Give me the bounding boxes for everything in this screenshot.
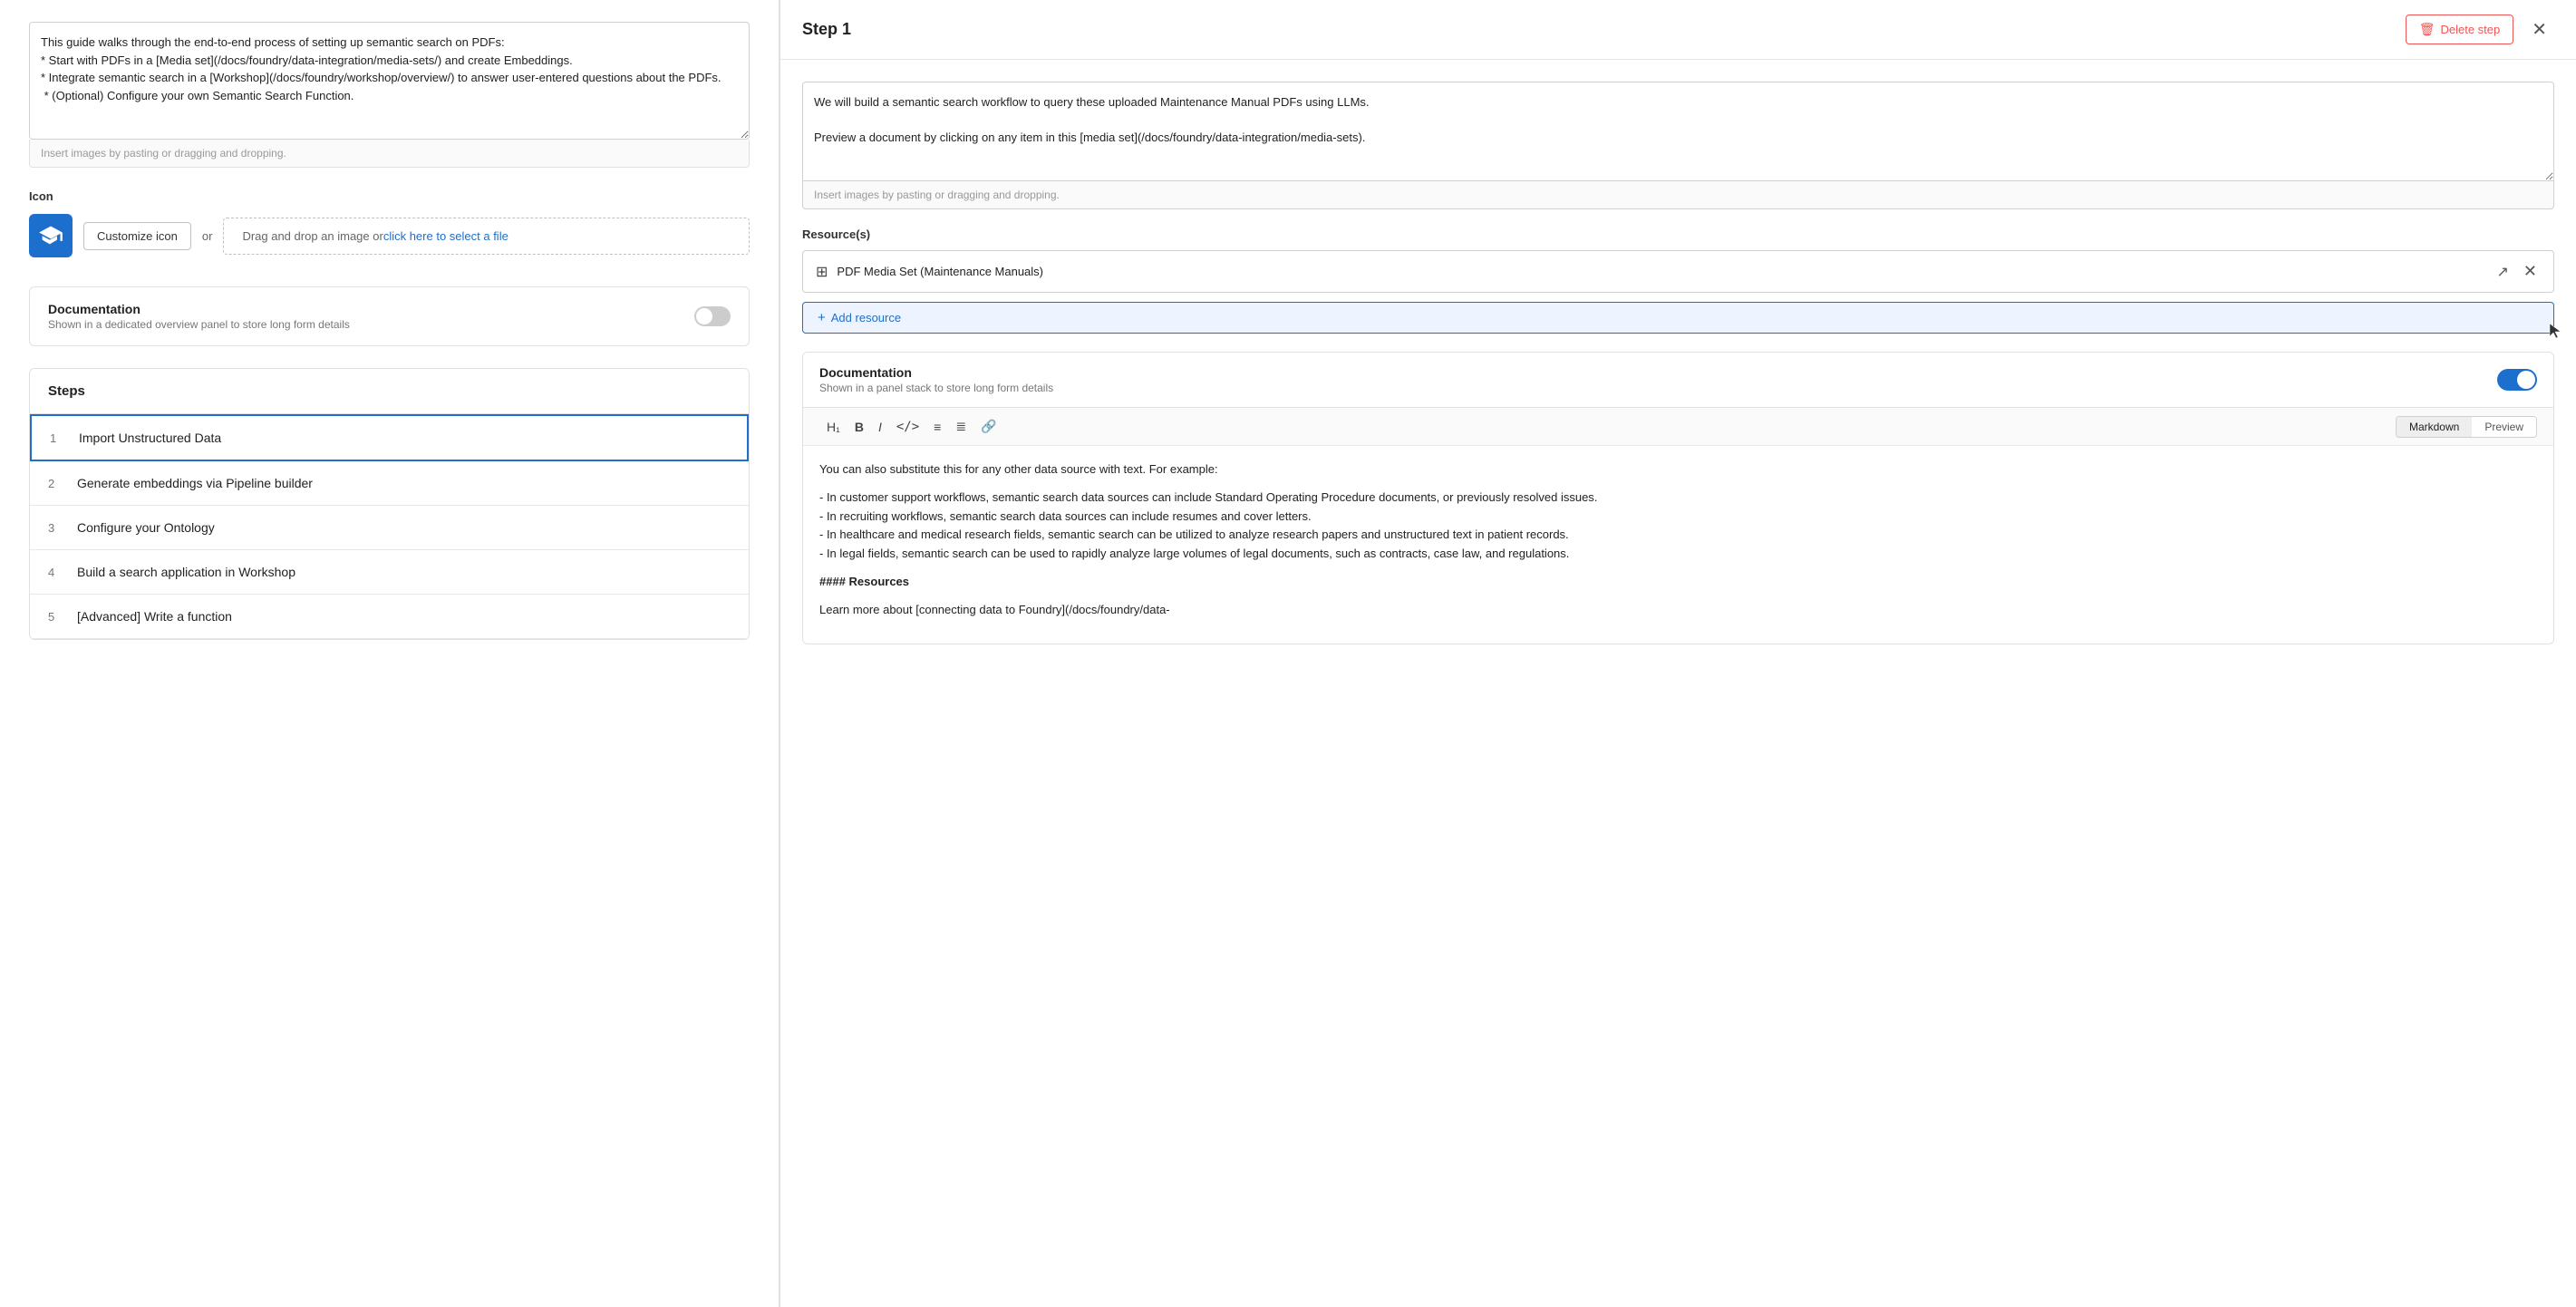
toolbar-h1-button[interactable]: H₁	[819, 416, 847, 438]
drag-drop-area[interactable]: Drag and drop an image or click here to …	[223, 218, 750, 255]
toolbar-ordered-list-button[interactable]: ≣	[948, 415, 973, 438]
step-title-2: Generate embeddings via Pipeline builder	[77, 476, 313, 490]
add-resource-button[interactable]: + Add resource	[802, 302, 2554, 334]
resource-open-button[interactable]: ↗	[2494, 261, 2513, 283]
trash-icon: 🗑	[2419, 22, 2436, 37]
step-number-3: 3	[48, 521, 63, 535]
right-doc-info: Documentation Shown in a panel stack to …	[819, 365, 1053, 394]
step-item-3[interactable]: 3 Configure your Ontology	[30, 506, 749, 550]
toolbar-bold-button[interactable]: B	[847, 416, 871, 438]
drag-drop-text: Drag and drop an image or	[242, 229, 383, 243]
right-panel-header: Step 1 🗑 Delete step ✕	[780, 0, 2576, 60]
left-panel: This guide walks through the end-to-end …	[0, 0, 780, 1307]
documentation-toggle[interactable]	[694, 306, 731, 326]
right-documentation-section: Documentation Shown in a panel stack to …	[802, 352, 2554, 644]
customize-icon-button[interactable]: Customize icon	[83, 222, 191, 250]
step-number-5: 5	[48, 610, 63, 624]
step-title-4: Build a search application in Workshop	[77, 565, 295, 579]
icon-preview	[29, 214, 73, 257]
steps-section: Steps 1 Import Unstructured Data 2 Gener…	[29, 368, 750, 640]
close-panel-button[interactable]: ✕	[2524, 15, 2554, 44]
resource-remove-button[interactable]: ✕	[2520, 260, 2541, 283]
right-doc-header: Documentation Shown in a panel stack to …	[803, 353, 2553, 408]
step-description-textarea[interactable]: We will build a semantic search workflow…	[802, 82, 2554, 181]
right-documentation-toggle[interactable]	[2497, 369, 2537, 391]
header-actions: 🗑 Delete step ✕	[2406, 15, 2554, 44]
step-item-5[interactable]: 5 [Advanced] Write a function	[30, 595, 749, 639]
toolbar-code-button[interactable]: </>	[889, 416, 926, 438]
documentation-info: Documentation Shown in a dedicated overv…	[48, 302, 350, 331]
plus-icon: +	[818, 310, 826, 325]
step-item-1[interactable]: 1 Import Unstructured Data	[30, 414, 749, 461]
steps-header: Steps	[30, 369, 749, 414]
step-number-4: 4	[48, 566, 63, 579]
step-item-2[interactable]: 2 Generate embeddings via Pipeline build…	[30, 461, 749, 506]
delete-step-label: Delete step	[2440, 23, 2500, 36]
resource-item-1: ⊞ PDF Media Set (Maintenance Manuals) ↗ …	[802, 250, 2554, 293]
doc-mode-tabs: Markdown Preview	[2396, 416, 2537, 438]
right-panel-body: We will build a semantic search workflow…	[780, 60, 2576, 681]
resource-item-actions: ↗ ✕	[2494, 260, 2542, 283]
right-doc-subtitle: Shown in a panel stack to store long for…	[819, 382, 1053, 394]
graduation-cap-icon	[38, 223, 63, 248]
doc-paragraph-1: You can also substitute this for any oth…	[819, 460, 2537, 479]
doc-paragraph-2: - In customer support workflows, semanti…	[819, 489, 2537, 564]
or-text: or	[202, 229, 213, 243]
icon-section-label: Icon	[29, 189, 750, 203]
step-title-1: Import Unstructured Data	[79, 431, 221, 445]
toolbar-bullet-list-button[interactable]: ≡	[926, 416, 948, 438]
step-title-3: Configure your Ontology	[77, 520, 215, 535]
documentation-sublabel: Shown in a dedicated overview panel to s…	[48, 318, 350, 331]
documentation-label: Documentation	[48, 302, 350, 316]
doc-resources-heading: #### Resources	[819, 573, 2537, 592]
icon-section: Customize icon or Drag and drop an image…	[29, 214, 750, 257]
step-title-5: [Advanced] Write a function	[77, 609, 232, 624]
step-title-right: Step 1	[802, 20, 851, 39]
right-panel: Step 1 🗑 Delete step ✕ We will build a s…	[780, 0, 2576, 1307]
right-doc-title: Documentation	[819, 365, 1053, 380]
documentation-section: Documentation Shown in a dedicated overv…	[29, 286, 750, 346]
select-file-link[interactable]: click here to select a file	[383, 229, 508, 243]
doc-content: You can also substitute this for any oth…	[803, 446, 2553, 644]
add-resource-label: Add resource	[831, 311, 901, 324]
toolbar-italic-button[interactable]: I	[871, 416, 889, 438]
resources-label: Resource(s)	[802, 228, 2554, 241]
doc-toolbar: H₁ B I </> ≡ ≣ 🔗 Markdown Preview	[803, 408, 2553, 446]
preview-tab[interactable]: Preview	[2472, 417, 2536, 437]
step-item-4[interactable]: 4 Build a search application in Workshop	[30, 550, 749, 595]
markdown-tab[interactable]: Markdown	[2397, 417, 2472, 437]
doc-paragraph-3: Learn more about [connecting data to Fou…	[819, 601, 2537, 620]
resource-name-1: PDF Media Set (Maintenance Manuals)	[837, 265, 2484, 278]
step-number-2: 2	[48, 477, 63, 490]
step-number-1: 1	[50, 431, 64, 445]
delete-step-button[interactable]: 🗑 Delete step	[2406, 15, 2514, 44]
cursor-icon	[2546, 322, 2564, 340]
step-image-drop-hint: Insert images by pasting or dragging and…	[802, 181, 2554, 209]
image-drop-hint-left: Insert images by pasting or dragging and…	[29, 140, 750, 168]
guide-description-textarea[interactable]: This guide walks through the end-to-end …	[29, 22, 750, 140]
toolbar-link-button[interactable]: 🔗	[973, 415, 1003, 438]
resource-type-icon: ⊞	[816, 263, 828, 281]
